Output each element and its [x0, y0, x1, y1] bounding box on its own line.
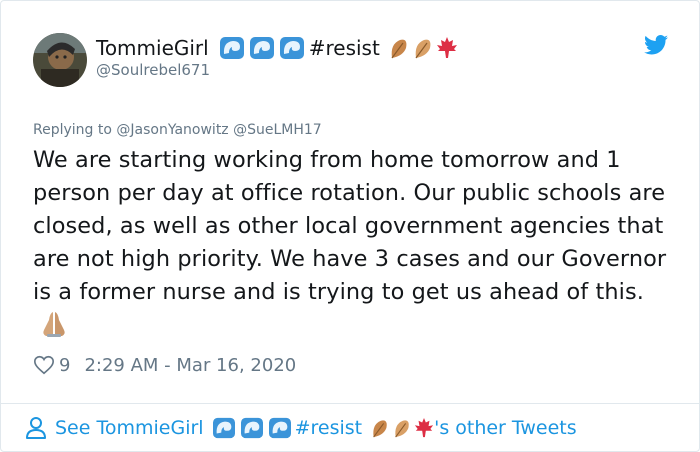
footer-divider — [1, 403, 700, 404]
heart-icon[interactable] — [33, 354, 55, 376]
see-other-tweets-link[interactable]: See TommieGirl #resist 's other Tweets — [25, 412, 577, 444]
embedded-tweet-card: TommieGirl #resist @Soulrebel671 Replyin… — [0, 0, 700, 452]
water-wave-icon — [268, 417, 291, 439]
fallen-leaf-icon — [395, 420, 409, 438]
author-hashtag: #resist — [308, 36, 380, 60]
avatar[interactable] — [33, 33, 87, 87]
tweet-timestamp[interactable]: 2:29 AM - Mar 16, 2020 — [84, 355, 296, 376]
tweet-text: We are starting working from home tomorr… — [33, 147, 667, 305]
water-wave-icon — [279, 37, 304, 59]
footer-suffix: 's other Tweets — [434, 417, 577, 439]
tweet-text-block: We are starting working from home tomorr… — [33, 144, 673, 342]
water-wave-icon — [249, 37, 274, 59]
tweet-meta: 9 2:29 AM - Mar 16, 2020 — [33, 351, 296, 379]
author-display-name[interactable]: TommieGirl — [96, 36, 209, 60]
water-wave-icon — [240, 417, 263, 439]
twitter-bird-icon[interactable] — [644, 35, 668, 55]
maple-leaf-icon — [436, 37, 457, 58]
author-name-row[interactable]: TommieGirl #resist — [96, 34, 458, 62]
maple-leaf-icon — [415, 418, 434, 438]
replying-to-label: Replying to — [33, 122, 112, 138]
like-count: 9 — [59, 354, 71, 376]
fallen-leaf-icon — [415, 39, 431, 59]
replying-to-line: Replying to @JasonYanowitz @SueLMH17 — [33, 122, 322, 138]
reply-mentions[interactable]: @JasonYanowitz @SueLMH17 — [116, 122, 321, 138]
footer-prefix: See TommieGirl — [55, 417, 204, 439]
water-wave-icon — [212, 417, 235, 439]
person-icon — [26, 417, 46, 439]
fallen-leaf-icon — [391, 39, 407, 59]
folded-hands-icon — [43, 312, 65, 337]
footer-hashtag: #resist — [294, 417, 363, 439]
author-handle[interactable]: @Soulrebel671 — [96, 61, 210, 79]
water-wave-icon — [219, 37, 244, 59]
fallen-leaf-icon — [373, 420, 387, 438]
